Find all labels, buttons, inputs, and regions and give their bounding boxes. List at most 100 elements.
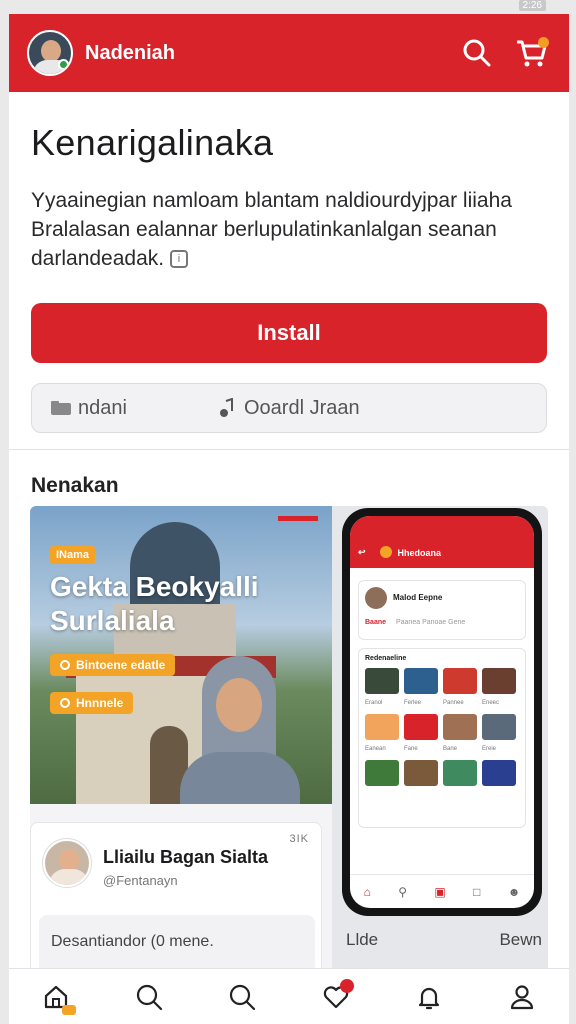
banner-title-line-1: Gekta Beokyalli [50,571,259,602]
segment-item-2[interactable]: Ooardl Jraan [218,397,386,420]
phone-tab-1: Baane [365,619,387,626]
phone-camera-icon: ▣ [434,884,446,899]
phone-tile [482,668,516,694]
comment-field[interactable]: Desantiandor (0 mene. [39,915,315,973]
segment-control: ndani Ooardl Jraan [31,383,547,433]
phone-tile [365,668,399,694]
search-icon [136,984,163,1010]
user-icon [511,984,534,1009]
status-bar: 2:26 [0,0,576,14]
phone-header-title: Hhedoana [397,548,442,558]
user-name: Lliailu Bagan Sialta [103,847,269,867]
profile-avatar[interactable] [27,30,73,76]
banner-pill-2-label: Hnnnele [76,696,124,710]
banner-pill-1[interactable]: Bintoene edatle [50,654,176,676]
phone-user-icon: ☻ [507,884,521,899]
banner-title: Gekta Beokyalli Surlaliala [50,570,259,638]
page-description: Yyaainegian namloam blantam naldiourdyjp… [31,186,547,273]
phone-card-tabs: Baane Paanea Panoae Gene [365,619,519,626]
phone-tile [482,760,516,786]
banner-photo-person [180,656,300,804]
phone-tile [365,760,399,786]
app-screen: Nadeniah Kenarigalinaka Yyaainegian naml… [9,14,569,1024]
app-header: Nadeniah [9,14,569,92]
page-title: Kenarigalinaka [31,122,274,163]
phone-tile [443,714,477,740]
phone-tab-3: Panoae [422,619,447,626]
preview-footer-right[interactable]: Bewn [499,930,542,950]
phone-doc-icon: □ [473,884,481,899]
nav-favorites[interactable] [316,977,356,1017]
phone-header: ↩ Hhedoana [350,516,534,568]
phone-tab-4: Gene [448,619,466,626]
phone-tile [365,714,399,740]
bottom-nav [9,968,569,1024]
home-badge [61,1004,76,1015]
phone-tile-label: Fane [404,746,418,752]
search-icon [230,984,256,1010]
promo-section: INama Gekta Beokyalli Surlaliala Bintoen… [30,506,548,976]
phone-tile [443,760,477,786]
phone-tile-label: Eranol [365,700,383,706]
phone-tile-label [404,792,438,800]
phone-tile-label [482,792,516,800]
install-button[interactable]: Install [31,303,547,363]
divider [9,449,569,450]
phone-search-icon: ⚲ [398,884,408,899]
favorites-badge [339,978,354,993]
phone-avatar [365,587,387,609]
banner-pill-1-label: Bintoene edatle [76,658,166,672]
banner-pill-2[interactable]: Hnnnele [50,692,134,714]
phone-preview-panel: ↩ Hhedoana Malod Eepne Baane Paanea Pano… [332,506,548,976]
phone-tile [404,714,438,740]
phone-tiles: Eranol Ferlee Pannee Eneec Eanean Fane Bane Ere… [365,668,519,800]
cart-badge [538,37,549,48]
phone-mockup: ↩ Hhedoana Malod Eepne Baane Paanea Pano… [342,508,542,916]
phone-grid-title: Redenaeline [365,655,407,662]
nav-search[interactable] [129,977,169,1017]
segment-item-1[interactable]: ndani [50,397,218,420]
description-text: Yyaainegian namloam blantam naldiourdyjp… [31,189,512,270]
banner-badge: INama [50,546,96,564]
nav-home[interactable] [36,977,76,1017]
phone-back-icon: ↩ [358,547,366,557]
phone-logo-icon [379,546,392,558]
user-avatar [43,839,91,887]
app-name: Nadeniah [85,41,176,64]
preview-footer: Llde Bewn [346,930,542,950]
location-icon [60,660,70,670]
phone-bottom-nav: ⌂ ⚲ ▣ □ ☻ [350,874,534,908]
search-button[interactable] [457,33,497,73]
phone-tile-label: Ereie [482,746,497,752]
phone-tile-label: Eneec [482,700,500,706]
nav-profile[interactable] [502,977,542,1017]
clock-icon [60,698,70,708]
section-title: Nenakan [31,474,119,497]
phone-tile-label [365,792,399,800]
user-handle: @Fentanayn [103,873,178,888]
phone-tab-2: Paanea [395,619,421,626]
phone-tile-label [443,792,477,800]
online-status-icon [58,59,69,70]
nav-explore[interactable] [222,977,262,1017]
bell-icon [418,987,440,1009]
phone-screen: ↩ Hhedoana Malod Eepne Baane Paanea Pano… [350,516,534,908]
banner-title-line-2: Surlaliala [50,605,175,636]
user-card[interactable]: Lliailu Bagan Sialta @Fentanayn 3IK Desa… [30,822,322,976]
phone-tile-label: Eanean [365,746,386,752]
info-icon[interactable]: i [169,250,188,269]
phone-tile [443,668,477,694]
nav-notifications[interactable] [409,977,449,1017]
user-count: 3IK [289,833,309,845]
segment-label-1: ndani [78,396,127,419]
banner-accent-line [278,516,318,521]
promo-banner[interactable]: INama Gekta Beokyalli Surlaliala Bintoen… [30,506,332,804]
phone-tile [482,714,516,740]
phone-home-icon: ⌂ [363,884,371,899]
preview-footer-left[interactable]: Llde [346,930,378,950]
phone-tile-label: Bane [443,746,458,752]
phone-card-name: Malod Eepne [393,593,443,603]
music-note-icon [220,398,233,417]
cart-button[interactable] [511,33,551,73]
phone-tile [404,668,438,694]
